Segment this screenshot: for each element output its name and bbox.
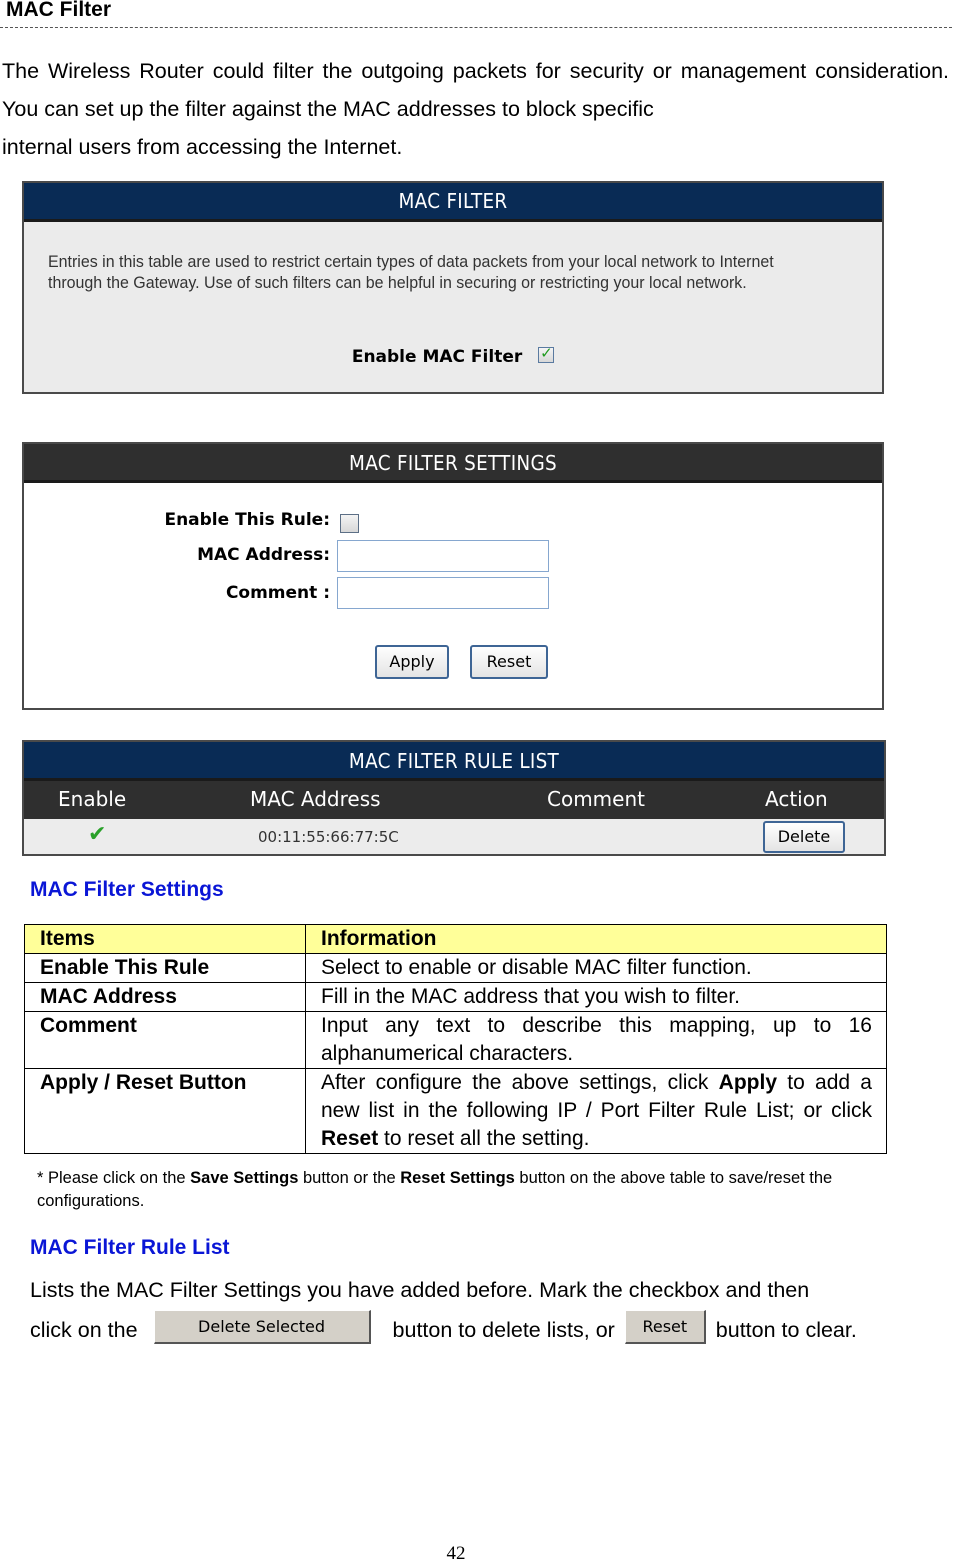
mac-filter-panel-title: MAC FILTER <box>398 189 508 213</box>
note-text: button or the <box>298 1169 401 1187</box>
intro-paragraph: The Wireless Router could filter the out… <box>2 52 949 166</box>
table-item: Apply / Reset Button <box>24 1068 306 1154</box>
settings-note: * Please click on the Save Settings butt… <box>37 1167 887 1213</box>
column-header-comment: Comment <box>547 787 645 811</box>
mac-filter-panel-header: MAC FILTER <box>24 183 882 222</box>
apply-button[interactable]: Apply <box>375 645 449 679</box>
info-bold-reset: Reset <box>321 1127 379 1150</box>
rule-list-row: ✔ 00:11:55:66:77:5C Delete <box>24 819 884 856</box>
note-bold-save-settings: Save Settings <box>190 1169 299 1187</box>
rule-list-column-headers: Enable MAC Address Comment Action <box>24 781 884 819</box>
checkmark-icon: ✓ <box>540 344 553 362</box>
column-header-action: Action <box>765 787 828 811</box>
column-header-mac-address: MAC Address <box>250 787 381 811</box>
green-check-icon: ✔ <box>88 822 107 847</box>
enable-rule-checkbox[interactable] <box>340 514 359 533</box>
rule-mac-address: 00:11:55:66:77:5C <box>258 828 399 846</box>
mac-filter-rule-list-panel: MAC FILTER RULE LIST Enable MAC Address … <box>22 740 886 856</box>
rule-list-text-line-1: Lists the MAC Filter Settings you have a… <box>30 1278 810 1302</box>
reset-button[interactable]: Reset <box>470 645 548 679</box>
table-item: Comment <box>24 1011 306 1069</box>
comment-row: Comment : <box>24 583 330 605</box>
mac-address-label: MAC Address: <box>197 545 330 565</box>
settings-panel-header: MAC FILTER SETTINGS <box>24 444 882 483</box>
mac-filter-panel: MAC FILTER Entries in this table are use… <box>22 181 884 394</box>
page-heading: MAC Filter <box>6 0 111 21</box>
enable-mac-filter-row: Enable MAC Filter ✓ <box>24 344 882 367</box>
mac-address-row: MAC Address: <box>24 545 330 567</box>
table-row: Enable This Rule Select to enable or dis… <box>24 953 887 983</box>
rule-list-text-line-2: click on the Delete Selected button to d… <box>30 1310 956 1350</box>
delete-selected-button[interactable]: Delete Selected <box>153 1310 371 1345</box>
column-header-enable: Enable <box>58 787 127 811</box>
mac-filter-description: Entries in this table are used to restri… <box>48 252 774 292</box>
comment-input[interactable] <box>337 577 549 609</box>
enable-mac-filter-label: Enable MAC Filter <box>351 347 523 367</box>
text-segment: button to clear. <box>715 1318 857 1342</box>
reset-list-button[interactable]: Reset <box>624 1310 706 1345</box>
table-info: Input any text to describe this mapping,… <box>305 1011 887 1069</box>
rule-list-paragraph: Lists the MAC Filter Settings you have a… <box>30 1270 956 1350</box>
table-header-items: Items <box>24 924 306 954</box>
settings-section-title: MAC Filter Settings <box>30 878 224 901</box>
table-info: Select to enable or disable MAC filter f… <box>305 953 887 983</box>
table-item: MAC Address <box>24 982 306 1012</box>
info-text: After configure the above settings, clic… <box>321 1071 719 1094</box>
enable-mac-filter-checkbox[interactable]: ✓ <box>538 344 555 363</box>
dashed-divider <box>0 27 952 28</box>
info-bold-apply: Apply <box>718 1071 778 1094</box>
info-text: to reset all the setting. <box>378 1127 590 1150</box>
rule-list-panel-header: MAC FILTER RULE LIST <box>24 742 884 781</box>
settings-info-table: Items Information Enable This Rule Selec… <box>24 924 887 1154</box>
text-segment: button to delete lists, or <box>392 1318 615 1342</box>
note-bold-reset-settings: Reset Settings <box>400 1169 515 1187</box>
delete-rule-button[interactable]: Delete <box>763 821 845 853</box>
settings-panel-title: MAC FILTER SETTINGS <box>349 451 557 475</box>
table-item: Enable This Rule <box>24 953 306 983</box>
mac-address-input[interactable] <box>337 540 549 572</box>
table-info: After configure the above settings, clic… <box>305 1068 887 1154</box>
rule-list-panel-title: MAC FILTER RULE LIST <box>348 749 560 773</box>
text-segment: click on the <box>30 1318 138 1342</box>
comment-label: Comment : <box>225 583 330 603</box>
table-info: Fill in the MAC address that you wish to… <box>305 982 887 1012</box>
table-row: Comment Input any text to describe this … <box>24 1011 887 1069</box>
table-header-row: Items Information <box>24 924 887 954</box>
table-row: Apply / Reset Button After configure the… <box>24 1068 887 1154</box>
note-text: * Please click on the <box>37 1169 191 1187</box>
rule-list-section-title: MAC Filter Rule List <box>30 1236 230 1259</box>
table-row: MAC Address Fill in the MAC address that… <box>24 982 887 1012</box>
enable-rule-label: Enable This Rule: <box>164 510 330 530</box>
intro-line-2: internal users from accessing the Intern… <box>2 135 403 159</box>
enable-rule-row: Enable This Rule: <box>24 510 330 532</box>
intro-line-1: The Wireless Router could filter the out… <box>2 59 949 121</box>
mac-filter-settings-panel: MAC FILTER SETTINGS Enable This Rule: MA… <box>22 442 884 710</box>
table-header-information: Information <box>305 924 887 954</box>
